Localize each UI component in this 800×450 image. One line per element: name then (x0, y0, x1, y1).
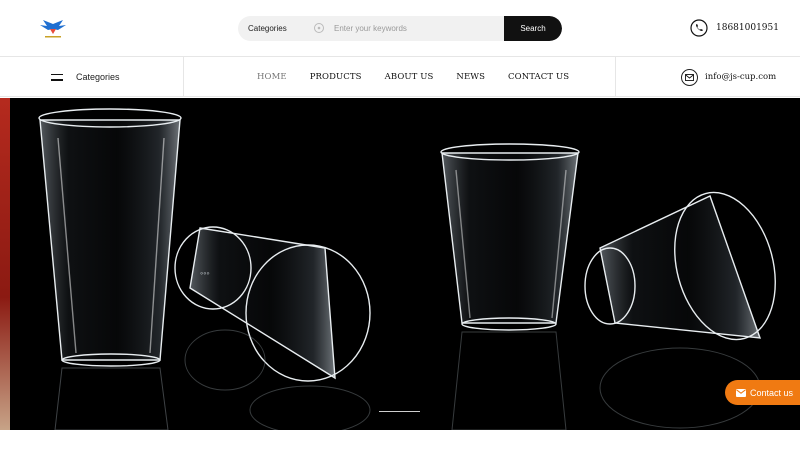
search-input[interactable] (334, 16, 502, 41)
contact-us-label: Contact us (750, 387, 794, 398)
cups-image: ◦◦◦ (38, 108, 776, 430)
hamburger-icon (51, 73, 63, 81)
slide-indicator[interactable] (379, 411, 420, 412)
categories-label: Categories (76, 72, 120, 82)
hero-banner[interactable]: ◦◦◦ (0, 98, 800, 430)
tall-cup (38, 108, 182, 367)
phone-number: 18681001951 (716, 23, 779, 33)
email-contact[interactable]: info@js-cup.com (674, 68, 776, 86)
contact-us-button[interactable]: Contact us (725, 380, 800, 405)
nav-menu: HOME PRODUCTS ABOUT US NEWS CONTACT US (257, 57, 592, 97)
svg-text:◦◦◦: ◦◦◦ (200, 268, 210, 278)
mail-icon (681, 68, 698, 86)
nav-item-home[interactable]: HOME (257, 72, 287, 82)
main-nav: Categories HOME PRODUCTS ABOUT US NEWS C… (0, 57, 800, 97)
nav-item-news[interactable]: NEWS (456, 72, 485, 82)
nav-item-products[interactable]: PRODUCTS (310, 72, 362, 82)
categories-menu-button[interactable]: Categories (38, 57, 120, 97)
email-address: info@js-cup.com (705, 72, 777, 82)
search-button[interactable]: Search (504, 16, 562, 41)
search-bar: Categories Search (238, 16, 562, 41)
eagle-logo-icon[interactable] (38, 18, 68, 42)
nav-divider (183, 57, 184, 97)
envelope-icon (736, 388, 746, 397)
nav-item-about-us[interactable]: ABOUT US (385, 72, 434, 82)
location-pin-icon (314, 23, 324, 33)
top-header: Categories Search 18681001951 (0, 0, 800, 57)
lying-cup-right (584, 191, 776, 341)
nav-item-contact-us[interactable]: CONTACT US (508, 72, 569, 82)
nav-divider (615, 57, 616, 97)
upright-cup (440, 143, 580, 331)
phone-contact[interactable]: 18681001951 (690, 18, 779, 38)
search-category-select[interactable]: Categories (248, 16, 287, 41)
lying-cup: ◦◦◦ (174, 226, 371, 382)
phone-icon (690, 19, 708, 37)
